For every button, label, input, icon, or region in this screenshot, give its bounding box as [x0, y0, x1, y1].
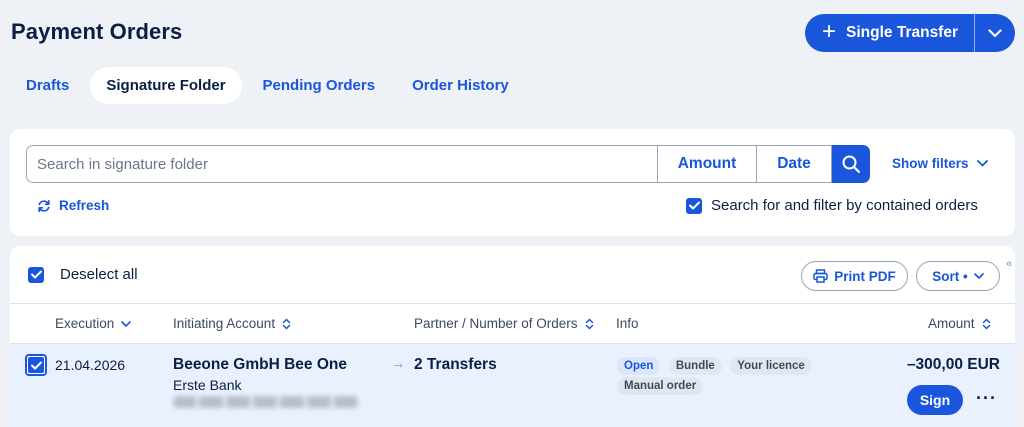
contained-orders-label: Search for and filter by contained order…	[711, 197, 978, 214]
sign-button[interactable]: Sign	[907, 385, 963, 415]
tab-bar: Drafts Signature Folder Pending Orders O…	[10, 67, 530, 104]
bank-name: Erste Bank	[173, 377, 242, 393]
masked-iban	[173, 396, 359, 408]
arrow-right-icon: →	[391, 355, 405, 371]
tag-badge: Bundle	[668, 357, 722, 375]
checkmark-icon	[30, 270, 42, 279]
print-pdf-button[interactable]: Print PDF	[801, 261, 908, 291]
column-header-initiating-account[interactable]: Initiating Account	[173, 316, 291, 331]
tab-order-history[interactable]: Order History	[396, 67, 525, 104]
amount-filter-button[interactable]: Amount	[657, 145, 757, 183]
single-transfer-label: Single Transfer	[846, 24, 958, 41]
sort-label: Sort •	[932, 268, 968, 284]
contained-orders-option[interactable]: Search for and filter by contained order…	[686, 197, 978, 214]
sort-icon	[982, 318, 990, 329]
tag-badge: Your licence	[730, 357, 812, 375]
checkmark-icon	[30, 361, 42, 369]
search-field[interactable]	[26, 145, 658, 183]
search-input[interactable]	[37, 155, 657, 173]
show-filters-toggle[interactable]: Show filters	[892, 156, 988, 171]
show-filters-label: Show filters	[892, 156, 969, 171]
row-checkbox[interactable]	[25, 354, 47, 376]
print-pdf-label: Print PDF	[834, 268, 896, 284]
divider	[10, 303, 1015, 304]
deselect-all-option[interactable]: Deselect all	[28, 266, 138, 283]
plus-icon: +	[822, 18, 837, 45]
search-icon	[842, 155, 861, 174]
column-header-partner[interactable]: Partner / Number of Orders	[414, 316, 594, 331]
chevron-down-icon	[973, 273, 984, 279]
chevron-down-icon	[988, 28, 1002, 37]
refresh-label: Refresh	[59, 198, 110, 213]
sort-icon	[282, 318, 291, 329]
column-label: Info	[616, 316, 639, 331]
column-header-amount[interactable]: Amount	[928, 316, 991, 331]
collapse-panel-icon[interactable]: «	[1006, 258, 1012, 270]
info-tags: Open Bundle Your licence	[617, 356, 816, 375]
tab-drafts[interactable]: Drafts	[10, 67, 85, 104]
column-label: Amount	[928, 316, 975, 331]
refresh-button[interactable]: Refresh	[37, 198, 109, 213]
select-all-checkbox[interactable]	[28, 266, 44, 283]
contained-orders-checkbox[interactable]	[686, 197, 702, 214]
execution-date: 21.04.2026	[55, 357, 126, 373]
info-tags-second: Manual order	[617, 376, 707, 395]
date-filter-button[interactable]: Date	[756, 145, 832, 183]
tab-pending-orders[interactable]: Pending Orders	[247, 67, 392, 104]
tag-badge: Manual order	[617, 377, 704, 395]
sort-icon	[585, 318, 593, 329]
sort-button[interactable]: Sort •	[916, 261, 1000, 291]
single-transfer-button[interactable]: + Single Transfer	[805, 14, 975, 52]
tab-signature-folder[interactable]: Signature Folder	[90, 67, 242, 104]
column-header-execution[interactable]: Execution	[55, 316, 132, 331]
printer-icon	[813, 269, 828, 283]
orders-list: Deselect all Print PDF Sort • « Executio…	[10, 246, 1015, 427]
page-title: Payment Orders	[11, 19, 183, 44]
deselect-all-label: Deselect all	[60, 266, 138, 283]
transfer-options-dropdown[interactable]	[975, 14, 1015, 52]
order-amount: –300,00 EUR	[906, 356, 1000, 373]
single-transfer-split-button: + Single Transfer	[805, 14, 1015, 52]
search-panel: Amount Date Show filters Refresh Search …	[10, 129, 1015, 236]
refresh-icon	[38, 199, 50, 212]
checkmark-icon	[688, 201, 700, 210]
search-button[interactable]	[832, 145, 870, 183]
account-name: Beeone GmbH Bee One	[173, 356, 347, 373]
column-label: Execution	[55, 316, 115, 331]
status-badge: Open	[617, 357, 661, 375]
column-header-info: Info	[616, 316, 639, 331]
partner-count: 2 Transfers	[414, 356, 497, 373]
table-row[interactable]: 21.04.2026 Beeone GmbH Bee One Erste Ban…	[10, 344, 1015, 427]
column-label: Partner / Number of Orders	[414, 316, 578, 331]
chevron-down-icon	[976, 160, 988, 167]
row-checkbox-fill	[28, 357, 44, 373]
chevron-down-icon	[121, 320, 132, 327]
more-options-icon[interactable]: ···	[976, 388, 997, 409]
column-label: Initiating Account	[173, 316, 276, 331]
